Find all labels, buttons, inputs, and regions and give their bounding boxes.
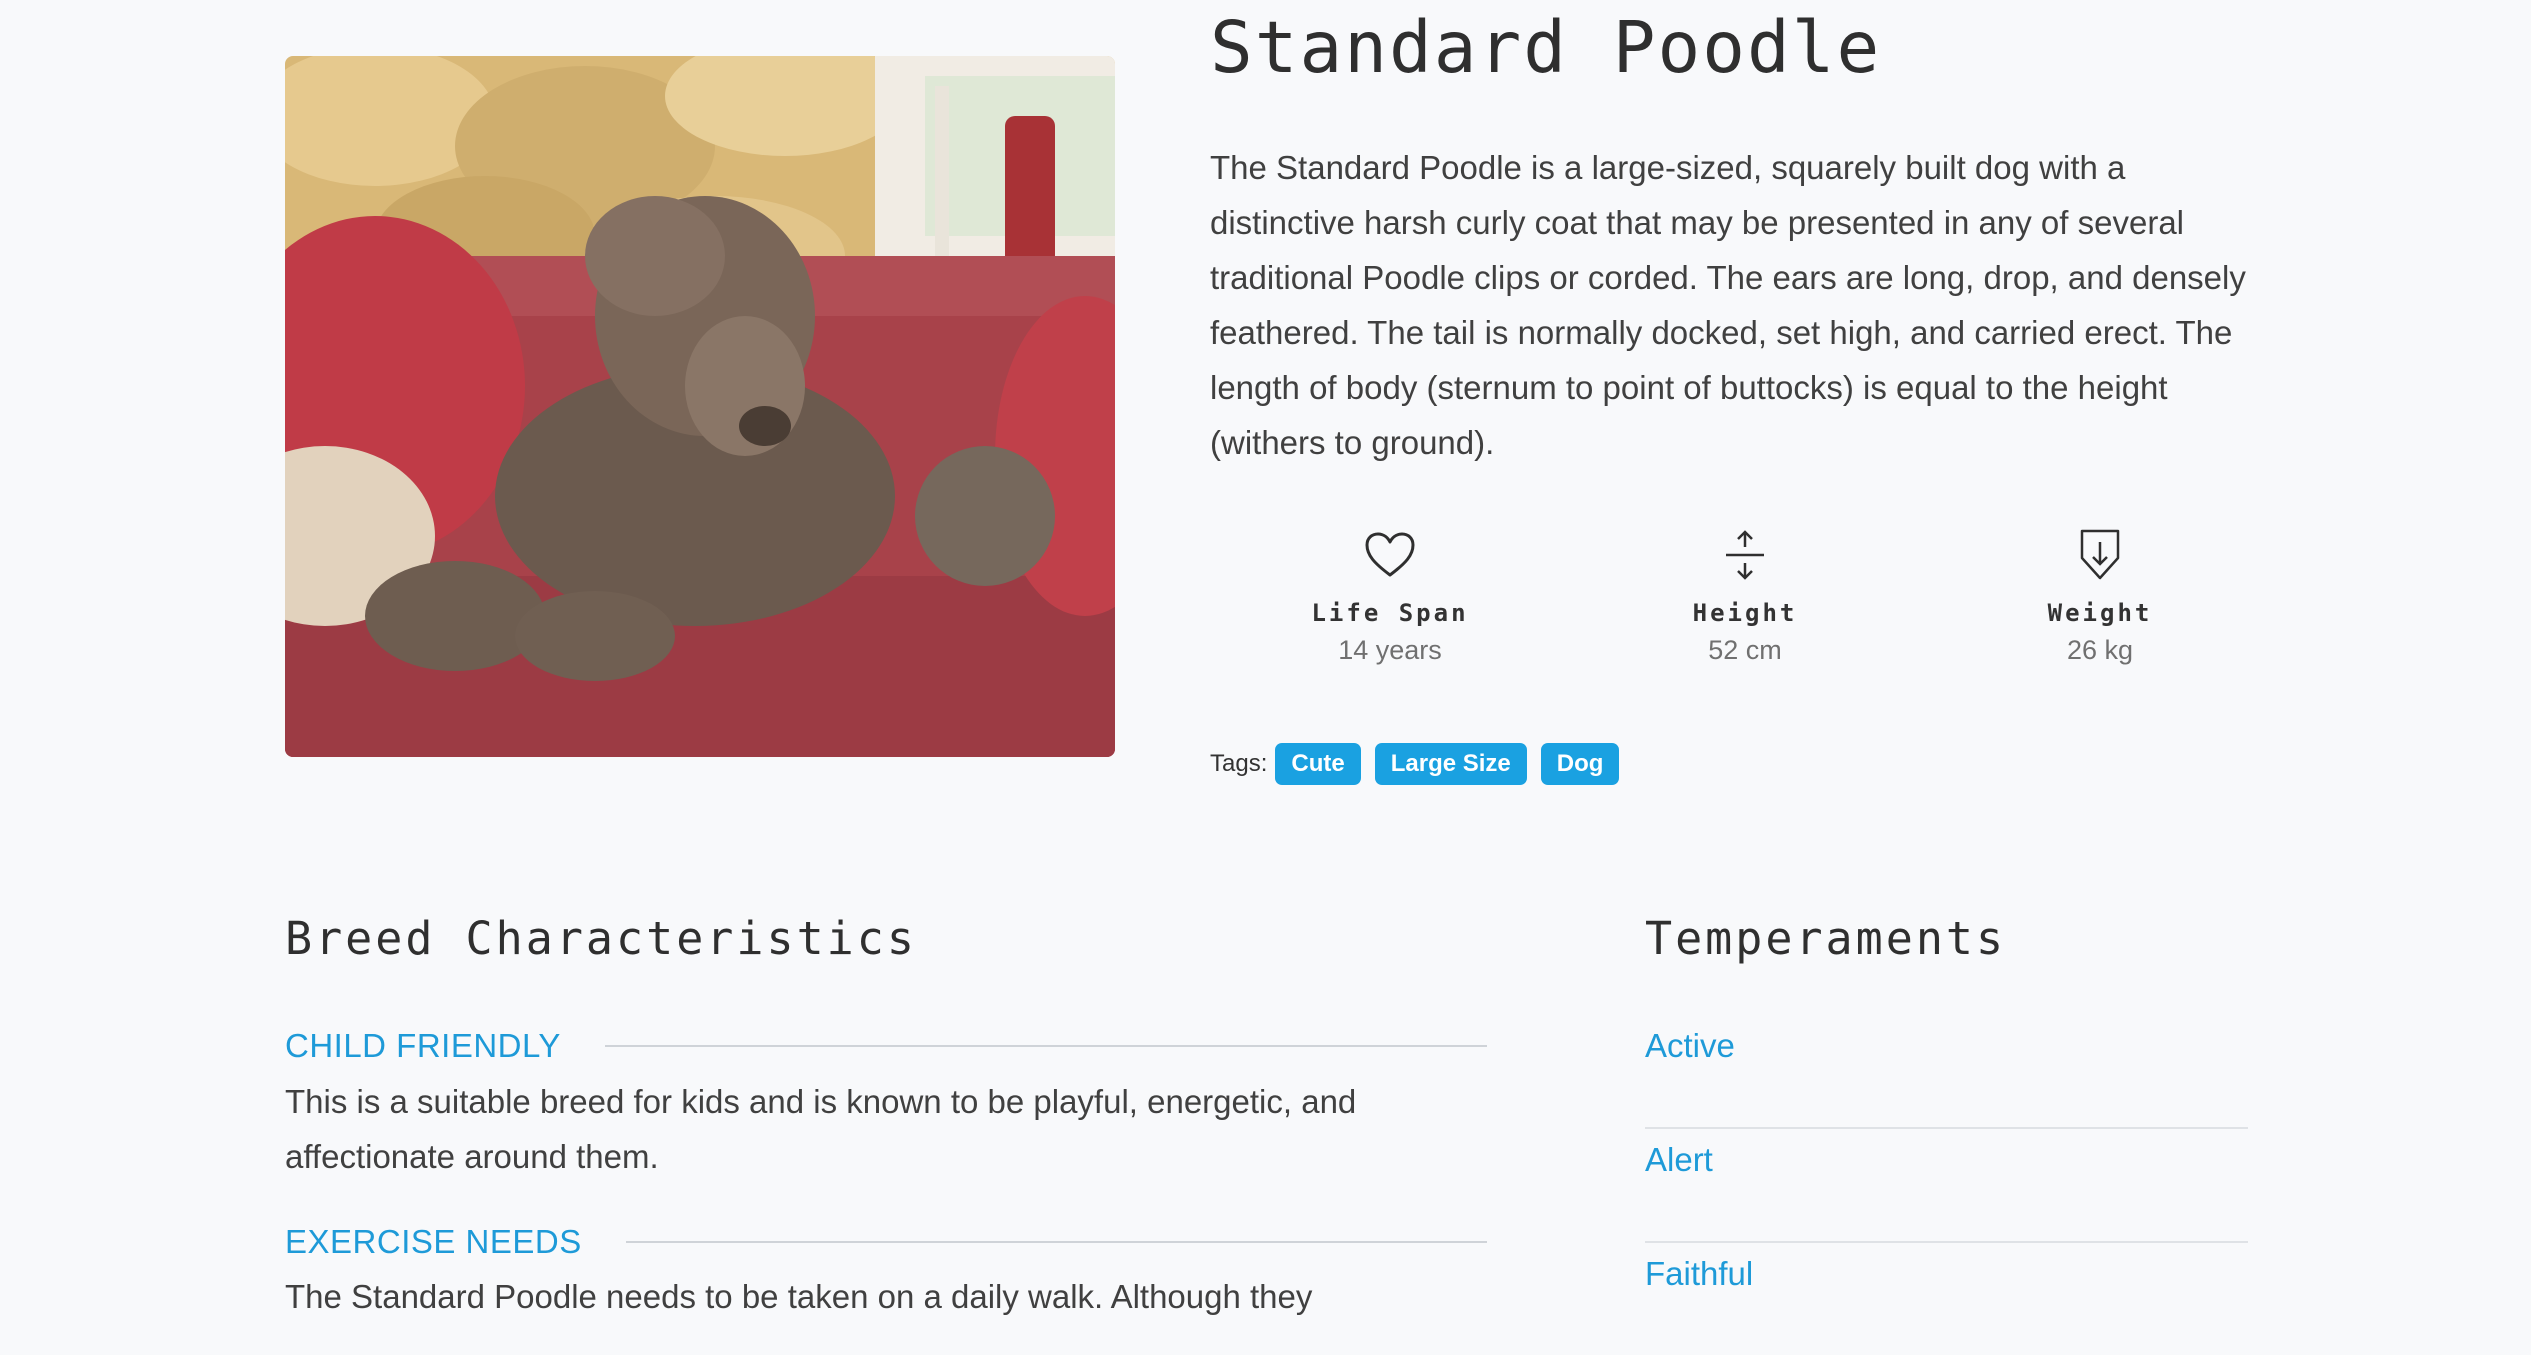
stat-value: 52 cm — [1708, 635, 1782, 665]
heart-icon — [1210, 525, 1570, 585]
temperaments-list: Active Alert Faithful — [1645, 1015, 2248, 1355]
stat-value: 26 kg — [2066, 635, 2134, 665]
stat-value: 14 years — [1338, 635, 1442, 665]
characteristic-description: The Standard Poodle needs to be taken on… — [285, 1278, 1313, 1315]
characteristics-heading: Breed Characteristics — [285, 912, 917, 965]
tag-cute[interactable]: Cute — [1275, 743, 1361, 785]
stat-life-span: Life Span 14 years — [1210, 525, 1570, 666]
breed-stats: Life Span 14 years Height 52 cm Weight 2… — [1210, 525, 2280, 675]
page-title: Standard Poodle — [1210, 6, 1882, 89]
temperament-item[interactable]: Active — [1645, 1015, 2248, 1129]
divider — [604, 1045, 1487, 1047]
breed-description: The Standard Poodle is a large-sized, sq… — [1210, 149, 2246, 461]
stat-height: Height 52 cm — [1565, 525, 1925, 666]
tag-large-size[interactable]: Large Size — [1374, 743, 1527, 785]
temperament-item[interactable]: Alert — [1645, 1129, 2248, 1243]
breed-photo — [285, 56, 1115, 757]
weight-arrow-icon — [1920, 525, 2280, 585]
height-arrows-icon — [1565, 525, 1925, 585]
tags-row: Tags: Cute Large Size Dog — [1210, 742, 1620, 786]
poodle-photo — [285, 56, 1115, 757]
stat-label: Height — [1692, 599, 1798, 627]
temperament-item[interactable]: Faithful — [1645, 1243, 2248, 1355]
characteristic-name: Child Friendly — [285, 1027, 561, 1064]
tag-dog[interactable]: Dog — [1540, 743, 1620, 785]
stat-label: Weight — [2047, 599, 2153, 627]
characteristic-exercise-needs: Exercise Needs — [285, 1222, 1487, 1262]
characteristic-name: Exercise Needs — [285, 1223, 582, 1260]
divider — [625, 1241, 1487, 1243]
stat-weight: Weight 26 kg — [1920, 525, 2280, 666]
stat-label: Life Span — [1311, 599, 1469, 627]
characteristic-child-friendly: Child Friendly — [285, 1026, 1487, 1066]
tags-label: Tags: — [1210, 750, 1268, 777]
temperaments-heading: Temperaments — [1645, 912, 2007, 965]
characteristic-description: This is a suitable breed for kids and is… — [285, 1083, 1357, 1175]
